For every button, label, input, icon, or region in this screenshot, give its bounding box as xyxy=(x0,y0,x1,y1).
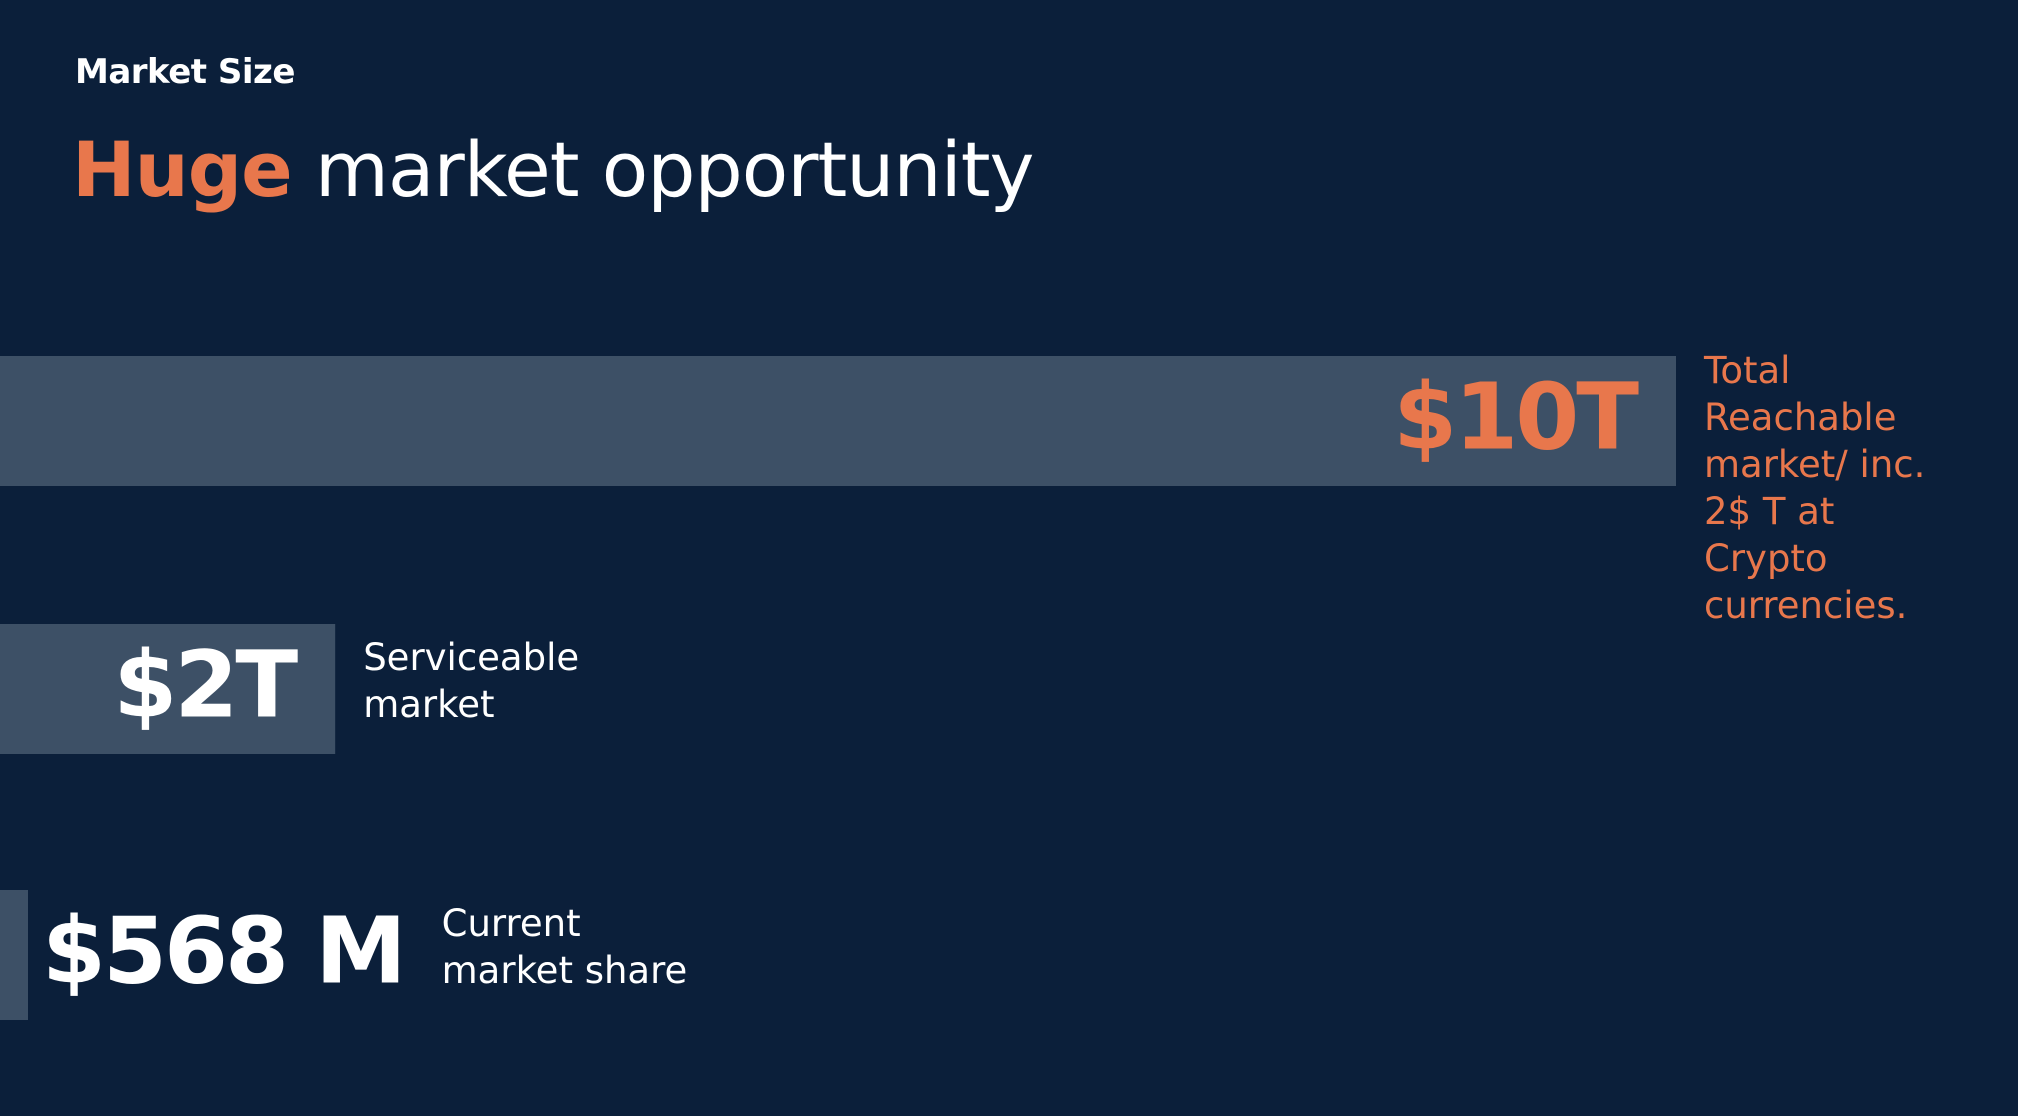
bar-description: Serviceable market xyxy=(363,636,579,726)
bar-description-line: market/ inc. xyxy=(1704,443,1925,486)
bar-description: Total Reachable market/ inc. 2$ T at Crypto c… xyxy=(1703,349,1925,627)
bar-description-line: Reachable xyxy=(1704,396,1896,439)
bar-value-label: $568 M xyxy=(42,897,404,1004)
bar-description-line: 2$ T at xyxy=(1704,490,1834,533)
bar-description-line: market share xyxy=(442,949,688,992)
bar-description-line: market xyxy=(363,683,494,726)
market-size-chart: $10T Total Reachable market/ inc. 2$ T at Cry… xyxy=(0,349,1925,1020)
bar-value-label: $10T xyxy=(1393,363,1639,470)
bar-description-line: Crypto xyxy=(1704,537,1828,580)
bar-description-line: Current xyxy=(442,902,581,945)
bar-description-line: Serviceable xyxy=(363,636,579,679)
bar-description-line: Total xyxy=(1703,349,1790,392)
bar-description-line: currencies. xyxy=(1704,584,1907,627)
bar xyxy=(0,890,28,1020)
bar-description: Current market share xyxy=(442,902,688,992)
bar-value-label: $2T xyxy=(113,631,298,738)
